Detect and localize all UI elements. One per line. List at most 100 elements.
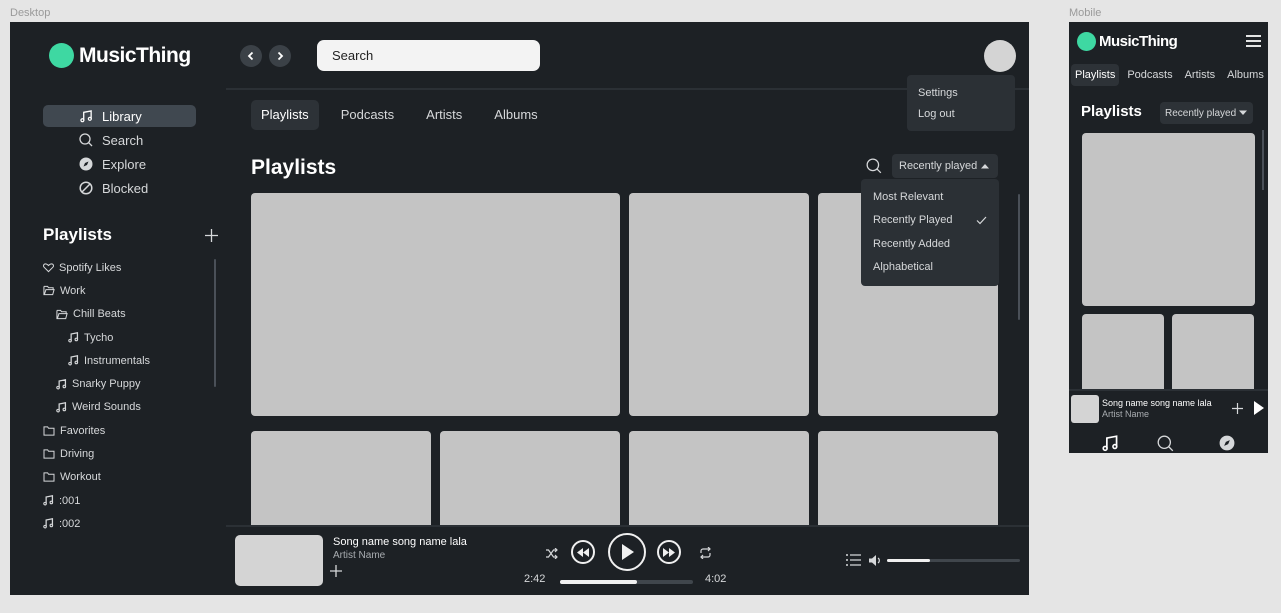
playlist-label: Tycho — [84, 331, 114, 344]
now-playing-artist[interactable]: Artist Name — [333, 550, 385, 561]
volume-slider[interactable] — [887, 559, 1020, 562]
tab-playlists[interactable]: Playlists — [1071, 64, 1120, 86]
play-button[interactable] — [608, 533, 646, 571]
search-icon[interactable] — [1157, 435, 1174, 452]
now-playing-artist[interactable]: Artist Name — [1102, 409, 1149, 419]
music-note-icon — [68, 355, 79, 366]
sort-dropdown[interactable]: Recently played — [1160, 102, 1253, 124]
shuffle-icon[interactable] — [544, 546, 558, 560]
playlist-folder[interactable]: Chill Beats — [43, 303, 213, 326]
playlist-card[interactable] — [1172, 314, 1254, 396]
next-button[interactable] — [657, 540, 681, 564]
sort-option-label: Most Relevant — [873, 190, 944, 203]
mini-player: Song name song name lala Artist Name — [1069, 389, 1268, 453]
now-playing-title[interactable]: Song name song name lala — [1102, 398, 1212, 408]
playlist-folder[interactable]: Driving — [43, 442, 213, 465]
app-logo[interactable]: MusicThing — [49, 43, 191, 68]
forward-button[interactable] — [269, 45, 291, 67]
logo-icon — [1077, 32, 1096, 51]
playlist-item[interactable]: Tycho — [43, 326, 213, 349]
playlist-card[interactable] — [629, 193, 809, 416]
playlist-folder[interactable]: Workout — [43, 466, 213, 489]
chevron-right-icon — [277, 51, 284, 61]
playlist-item[interactable]: Weird Sounds — [43, 396, 213, 419]
progress-slider[interactable] — [560, 580, 693, 584]
logout-menu-item[interactable]: Log out — [918, 104, 1004, 125]
music-note-icon — [79, 109, 93, 123]
sort-option[interactable]: Alphabetical — [861, 256, 999, 280]
search-icon[interactable] — [866, 158, 882, 174]
add-to-playlist-icon[interactable] — [1232, 403, 1243, 414]
nav-item-label: Blocked — [102, 180, 149, 196]
nav-item-blocked[interactable]: Blocked — [43, 177, 196, 199]
avatar[interactable] — [984, 40, 1016, 72]
app-name: MusicThing — [1099, 33, 1178, 50]
mobile-frame: MusicThing Playlists Podcasts Artists Al… — [1069, 22, 1268, 453]
previous-button[interactable] — [571, 540, 595, 564]
nav-item-search[interactable]: Search — [43, 129, 196, 151]
sidebar-nav: Library Search Explore Blocked — [43, 105, 196, 201]
search-input[interactable]: Search — [317, 40, 540, 71]
tab-artists[interactable]: Artists — [416, 100, 472, 130]
heart-icon — [43, 263, 54, 273]
playlist-item[interactable]: Instrumentals — [43, 349, 213, 372]
add-playlist-icon[interactable] — [205, 228, 218, 242]
page-title: Playlists — [1081, 103, 1142, 120]
playlist-card[interactable] — [1082, 314, 1164, 396]
repeat-icon[interactable] — [698, 546, 712, 560]
rewind-icon — [577, 547, 589, 557]
playlist-label: Spotify Likes — [59, 261, 122, 274]
volume-icon[interactable] — [868, 553, 882, 567]
music-note-icon — [43, 518, 54, 529]
blocked-icon — [79, 181, 93, 195]
duration-time: 4:02 — [705, 573, 727, 585]
playlist-item[interactable]: Snarky Puppy — [43, 372, 213, 395]
sort-option[interactable]: Recently Played — [861, 209, 999, 233]
main-scrollbar[interactable] — [1262, 130, 1264, 190]
app-logo[interactable]: MusicThing — [1077, 32, 1178, 51]
sort-dropdown[interactable]: Recently played — [892, 154, 998, 178]
music-note-icon[interactable] — [1102, 435, 1119, 452]
playlist-item[interactable]: :002 — [43, 512, 213, 535]
sort-option[interactable]: Most Relevant — [861, 185, 999, 209]
now-playing-title[interactable]: Song name song name lala — [333, 536, 467, 548]
playlists-title: Playlists — [43, 225, 112, 244]
sort-option-label: Alphabetical — [873, 261, 933, 274]
player-bar: Song name song name lala Artist Name 2:4… — [226, 525, 1029, 595]
now-playing-artwork[interactable] — [1071, 395, 1099, 423]
tab-podcasts[interactable]: Podcasts — [331, 100, 404, 130]
content-tabs: Playlists Podcasts Artists Albums — [251, 100, 560, 130]
app-name: MusicThing — [79, 43, 191, 67]
hamburger-menu-icon[interactable] — [1246, 35, 1261, 47]
tab-playlists[interactable]: Playlists — [251, 100, 319, 130]
tab-albums[interactable]: Albums — [484, 100, 547, 130]
playlist-folder[interactable]: Work — [43, 279, 213, 302]
playlist-label: Instrumentals — [84, 354, 151, 367]
tab-artists[interactable]: Artists — [1181, 64, 1220, 86]
nav-item-explore[interactable]: Explore — [43, 153, 196, 175]
playlist-card[interactable] — [1082, 133, 1255, 306]
sidebar: MusicThing Library Search Explore Blocke… — [10, 22, 226, 595]
folder-open-icon — [56, 309, 68, 319]
sort-option[interactable]: Recently Added — [861, 232, 999, 256]
nav-item-label: Search — [102, 132, 144, 148]
queue-icon[interactable] — [845, 553, 861, 567]
folder-open-icon — [43, 286, 55, 296]
playlist-item[interactable]: Spotify Likes — [43, 256, 213, 279]
nav-item-library[interactable]: Library — [43, 105, 196, 127]
sidebar-scrollbar[interactable] — [214, 259, 216, 387]
now-playing-artwork[interactable] — [235, 535, 323, 586]
main-scrollbar[interactable] — [1018, 194, 1020, 320]
tab-albums[interactable]: Albums — [1223, 64, 1268, 86]
playlist-folder[interactable]: Favorites — [43, 419, 213, 442]
tab-podcasts[interactable]: Podcasts — [1123, 64, 1176, 86]
back-button[interactable] — [240, 45, 262, 67]
playlist-card[interactable] — [251, 193, 620, 416]
compass-icon[interactable] — [1219, 435, 1235, 451]
play-icon[interactable] — [1254, 401, 1264, 415]
settings-menu-item[interactable]: Settings — [918, 83, 1004, 104]
logo-icon — [49, 43, 74, 68]
add-to-playlist-icon[interactable] — [330, 565, 342, 577]
playlist-item[interactable]: :001 — [43, 489, 213, 512]
playlist-label: Driving — [60, 448, 95, 461]
